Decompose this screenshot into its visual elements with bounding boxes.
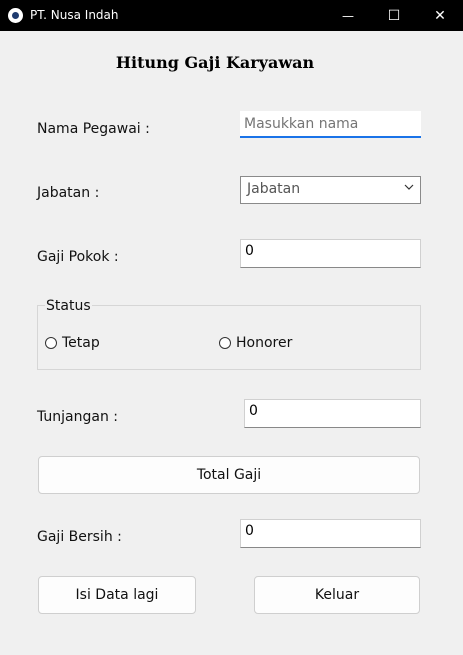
tunjangan-value: 0 — [249, 403, 258, 419]
status-group-title: Status — [45, 298, 92, 314]
app-window: PT. Nusa Indah — ☐ ✕ Hitung Gaji Karyawa… — [0, 0, 463, 655]
gaji-pokok-input[interactable]: 0 — [240, 239, 421, 268]
keluar-button[interactable]: Keluar — [254, 576, 420, 614]
form-heading: Hitung Gaji Karyawan — [115, 53, 315, 72]
radio-tetap-label: Tetap — [62, 335, 100, 351]
radio-honorer-label: Honorer — [236, 335, 293, 351]
close-icon: ✕ — [434, 7, 446, 24]
jabatan-selected-value: Jabatan — [247, 181, 301, 197]
chevron-down-icon — [404, 184, 414, 190]
isi-data-lagi-button-label: Isi Data lagi — [75, 587, 159, 603]
keluar-button-label: Keluar — [314, 587, 360, 603]
tunjangan-input[interactable]: 0 — [244, 399, 421, 428]
app-icon — [8, 8, 23, 23]
radio-tetap[interactable] — [45, 337, 57, 349]
tunjangan-label: Tunjangan : — [37, 409, 119, 425]
gaji-bersih-label: Gaji Bersih : — [37, 529, 122, 545]
jabatan-label: Jabatan : — [37, 185, 100, 201]
title-bar[interactable]: PT. Nusa Indah — ☐ ✕ — [0, 0, 463, 31]
radio-honorer[interactable] — [219, 337, 231, 349]
gaji-bersih-input[interactable]: 0 — [240, 519, 421, 548]
gaji-pokok-label: Gaji Pokok : — [37, 249, 119, 265]
maximize-icon: ☐ — [387, 7, 401, 24]
close-button[interactable]: ✕ — [417, 0, 463, 31]
total-gaji-button[interactable]: Total Gaji — [38, 456, 420, 494]
gaji-pokok-value: 0 — [245, 243, 254, 259]
minimize-button[interactable]: — — [325, 0, 371, 31]
minimize-icon: — — [342, 8, 354, 23]
gaji-bersih-value: 0 — [245, 523, 254, 539]
jabatan-dropdown[interactable]: Jabatan — [240, 176, 421, 204]
maximize-button[interactable]: ☐ — [371, 0, 417, 31]
nama-pegawai-input[interactable] — [240, 111, 421, 138]
isi-data-lagi-button[interactable]: Isi Data lagi — [38, 576, 196, 614]
window-title: PT. Nusa Indah — [30, 8, 119, 22]
nama-pegawai-label: Nama Pegawai : — [37, 121, 150, 137]
total-gaji-button-label: Total Gaji — [196, 467, 262, 483]
